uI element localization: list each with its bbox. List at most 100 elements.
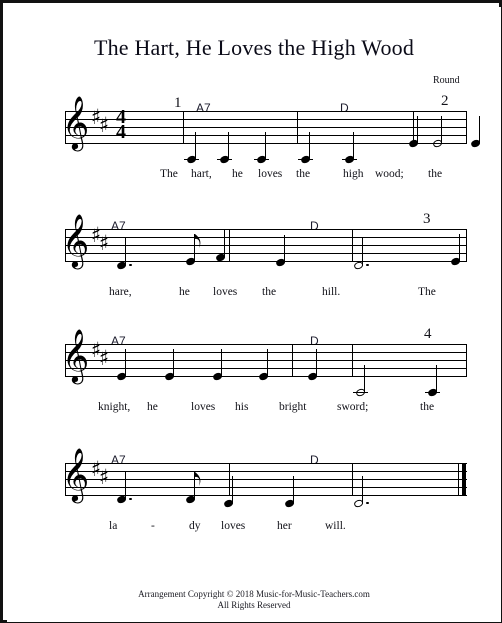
lyric-syllable: knight,	[98, 401, 131, 413]
augmentation-dot	[129, 497, 132, 501]
augmentation-dot	[129, 263, 132, 267]
sharp-icon: ♯	[99, 346, 110, 370]
copyright-line-1: Arrangement Copyright © 2018 Music-for-M…	[138, 589, 370, 599]
staff: 𝄞 ♯ ♯	[62, 217, 467, 270]
treble-clef-icon: 𝄞	[62, 95, 90, 149]
note-stem	[316, 349, 318, 376]
sharp-icon: ♯	[99, 231, 110, 255]
round-label: Round	[433, 75, 460, 86]
lyric-syllable: he	[147, 401, 158, 413]
note-stem	[224, 230, 226, 257]
augmentation-dot	[366, 501, 369, 505]
sharp-icon: ♯	[99, 113, 110, 137]
note-stem	[364, 365, 366, 392]
barline	[229, 229, 230, 262]
lyric-syllable: wood;	[375, 168, 404, 180]
lyric-syllable: the	[420, 401, 435, 413]
staff-system-2: 3 A7 D 𝄞 ♯ ♯ hare, he loves the hill. Th…	[7, 205, 501, 305]
lyric-syllable: dy	[189, 520, 201, 532]
note-stem	[228, 132, 230, 159]
page-title: The Hart, He Loves the High Wood	[93, 35, 415, 60]
staff: 𝄞 ♯ ♯	[62, 332, 467, 397]
eighth-flag-icon	[194, 472, 200, 486]
copyright-line-2: All Rights Reserved	[217, 600, 291, 610]
lyric-syllable: his	[235, 401, 249, 413]
lyric-syllable: her	[277, 520, 292, 532]
lyric-syllable: the	[296, 168, 311, 180]
note-stem	[479, 116, 481, 143]
note-stem	[125, 349, 127, 376]
barline	[292, 344, 293, 377]
staff-line	[65, 229, 467, 230]
note-stem	[125, 238, 127, 265]
note-stem	[417, 116, 419, 143]
barline	[466, 229, 467, 262]
note-stem	[293, 476, 295, 503]
time-signature-denominator: 4	[116, 121, 126, 143]
barline	[65, 229, 66, 262]
note-stem	[267, 349, 269, 376]
lyric-syllable: The	[418, 286, 436, 298]
lyric-syllable: la	[109, 520, 118, 532]
barline	[466, 111, 467, 144]
note-stem	[441, 116, 443, 143]
eighth-flag-icon	[194, 234, 200, 248]
note-stem	[173, 349, 175, 376]
augmentation-dot	[366, 263, 369, 267]
note-stem	[221, 349, 223, 376]
note-stem	[125, 472, 127, 499]
note-stem	[362, 476, 364, 503]
final-barline-thick	[462, 463, 466, 496]
note-stem	[353, 132, 355, 159]
lyric-syllable: sword;	[337, 401, 369, 413]
note-stem	[362, 238, 364, 265]
lyric-syllable: bright	[279, 401, 307, 413]
barline	[352, 344, 353, 377]
final-barline-thin	[458, 463, 459, 496]
staff-system-3: 4 A7 D 𝄞 ♯ ♯ knight, he loves his bright…	[7, 320, 501, 420]
barline	[65, 344, 66, 377]
lyric-syllable: the	[428, 168, 443, 180]
lyric-syllable: high	[343, 168, 364, 180]
lyric-syllable: hart,	[191, 168, 212, 180]
sharp-icon: ♯	[99, 465, 110, 489]
barline	[352, 463, 353, 496]
note-stem	[232, 476, 234, 503]
treble-clef-icon: 𝄞	[62, 213, 90, 267]
barline	[65, 111, 66, 144]
note-stem	[309, 132, 311, 159]
lyric-syllable: loves	[191, 401, 216, 413]
sheet-canvas: The Hart, He Loves the High Wood Round 1…	[7, 7, 501, 622]
staff: 𝄞 ♯ ♯	[62, 451, 467, 508]
lyric-syllable: loves	[258, 168, 283, 180]
lyric-syllable: he	[232, 168, 243, 180]
barline	[466, 344, 467, 377]
barline	[297, 111, 298, 144]
treble-clef-icon: 𝄞	[62, 328, 90, 382]
time-signature: 4 4	[113, 107, 129, 143]
lyric-syllable: -	[151, 520, 155, 532]
barline	[229, 463, 230, 496]
note-stem	[195, 132, 197, 159]
lyric-syllable: hare,	[109, 286, 132, 298]
lyric-syllable: The	[160, 168, 178, 180]
note-stem	[284, 235, 286, 262]
lyric-syllable: loves	[221, 520, 246, 532]
lyric-syllable: will.	[325, 520, 346, 532]
sheet-music-page: The Hart, He Loves the High Wood Round 1…	[0, 0, 502, 623]
note-stem	[459, 234, 461, 261]
barline	[183, 111, 184, 144]
staff-system-1: 1 2 A7 D 𝄞 ♯ ♯ 4 4 The hart, he loves th…	[7, 87, 501, 187]
staff: 𝄞 ♯ ♯ 4 4	[62, 99, 481, 164]
measure-number: 3	[423, 211, 431, 227]
staff-line	[65, 344, 467, 345]
staff-system-4: A7 D 𝄞 ♯ ♯ la - dy loves her will.	[7, 439, 501, 539]
measure-number: 1	[174, 95, 182, 111]
measure-number: 4	[424, 326, 432, 342]
barline	[352, 229, 353, 262]
note-stem	[265, 132, 267, 159]
measure-number: 2	[441, 93, 449, 109]
lyric-syllable: loves	[213, 286, 238, 298]
lyric-syllable: hill.	[322, 286, 341, 298]
treble-clef-icon: 𝄞	[62, 447, 90, 501]
